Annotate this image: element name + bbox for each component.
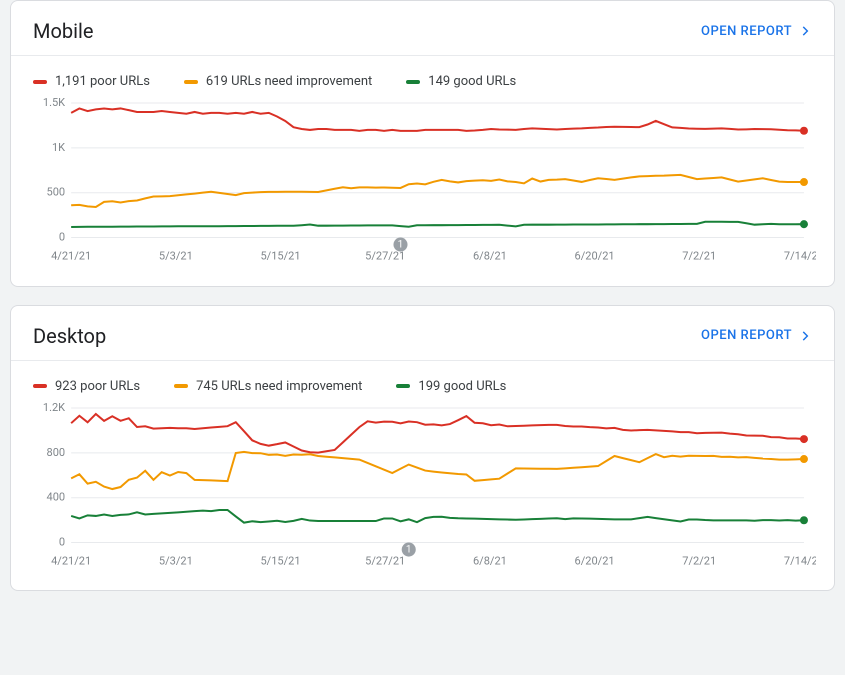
svg-text:7/14/21: 7/14/21: [784, 554, 816, 567]
svg-text:5/27/21: 5/27/21: [365, 250, 405, 263]
open-report-label: OPEN REPORT: [701, 328, 792, 343]
open-report-link[interactable]: OPEN REPORT: [701, 328, 812, 343]
card-title: Desktop: [33, 324, 106, 348]
swatch-poor: [33, 384, 47, 388]
svg-text:4/21/21: 4/21/21: [51, 250, 91, 263]
svg-text:500: 500: [47, 186, 66, 199]
chevron-right-icon: [798, 24, 812, 38]
legend: 1,191 poor URLs 619 URLs need improvemen…: [11, 56, 834, 95]
card-title: Mobile: [33, 19, 93, 43]
svg-text:7/2/21: 7/2/21: [682, 554, 716, 567]
svg-text:1.5K: 1.5K: [43, 96, 65, 109]
swatch-good: [396, 384, 410, 388]
card-desktop: Desktop OPEN REPORT 923 poor URLs 745 UR…: [10, 305, 835, 592]
legend-item-poor: 1,191 poor URLs: [33, 74, 150, 89]
svg-text:6/20/21: 6/20/21: [575, 250, 615, 263]
card-header: Mobile OPEN REPORT: [11, 1, 834, 55]
svg-text:1: 1: [406, 544, 412, 555]
swatch-good: [406, 80, 420, 84]
legend-item-needs: 619 URLs need improvement: [184, 74, 372, 89]
svg-text:0: 0: [59, 231, 65, 244]
svg-text:0: 0: [59, 535, 65, 548]
legend: 923 poor URLs 745 URLs need improvement …: [11, 361, 834, 400]
chevron-right-icon: [798, 329, 812, 343]
svg-text:800: 800: [47, 446, 66, 459]
swatch-poor: [33, 80, 47, 84]
legend-label-good: 149 good URLs: [428, 74, 516, 89]
svg-text:5/3/21: 5/3/21: [159, 250, 193, 263]
legend-label-poor: 1,191 poor URLs: [55, 74, 150, 89]
swatch-needs: [184, 80, 198, 84]
swatch-needs: [174, 384, 188, 388]
svg-text:6/8/21: 6/8/21: [473, 554, 507, 567]
legend-item-good: 199 good URLs: [396, 379, 506, 394]
svg-text:4/21/21: 4/21/21: [51, 554, 91, 567]
card-mobile: Mobile OPEN REPORT 1,191 poor URLs 619 U…: [10, 0, 835, 287]
legend-label-needs: 745 URLs need improvement: [196, 379, 362, 394]
svg-text:5/15/21: 5/15/21: [260, 554, 300, 567]
legend-item-poor: 923 poor URLs: [33, 379, 140, 394]
svg-text:5/15/21: 5/15/21: [260, 250, 300, 263]
chart-mobile: 0 500 1K 1.5K 4/21/21 5/3/21 5/15/21 5/27/21 6/8…: [11, 95, 834, 286]
svg-text:1.2K: 1.2K: [43, 401, 65, 414]
card-header: Desktop OPEN REPORT: [11, 306, 834, 360]
svg-text:1: 1: [398, 240, 404, 251]
svg-text:6/8/21: 6/8/21: [473, 250, 507, 263]
svg-text:6/20/21: 6/20/21: [575, 554, 615, 567]
open-report-label: OPEN REPORT: [701, 24, 792, 39]
legend-label-needs: 619 URLs need improvement: [206, 74, 372, 89]
legend-item-good: 149 good URLs: [406, 74, 516, 89]
svg-text:7/2/21: 7/2/21: [682, 250, 716, 263]
svg-text:5/27/21: 5/27/21: [365, 554, 405, 567]
svg-text:1K: 1K: [52, 141, 65, 154]
svg-text:5/3/21: 5/3/21: [159, 554, 193, 567]
legend-label-poor: 923 poor URLs: [55, 379, 140, 394]
legend-label-good: 199 good URLs: [418, 379, 506, 394]
chart-desktop: 0 400 800 1.2K 4/21/21 5/3/21 5/15/21 5/27/21 6/…: [11, 400, 834, 591]
open-report-link[interactable]: OPEN REPORT: [701, 24, 812, 39]
svg-text:400: 400: [47, 490, 66, 503]
legend-item-needs: 745 URLs need improvement: [174, 379, 362, 394]
svg-text:7/14/21: 7/14/21: [784, 250, 816, 263]
